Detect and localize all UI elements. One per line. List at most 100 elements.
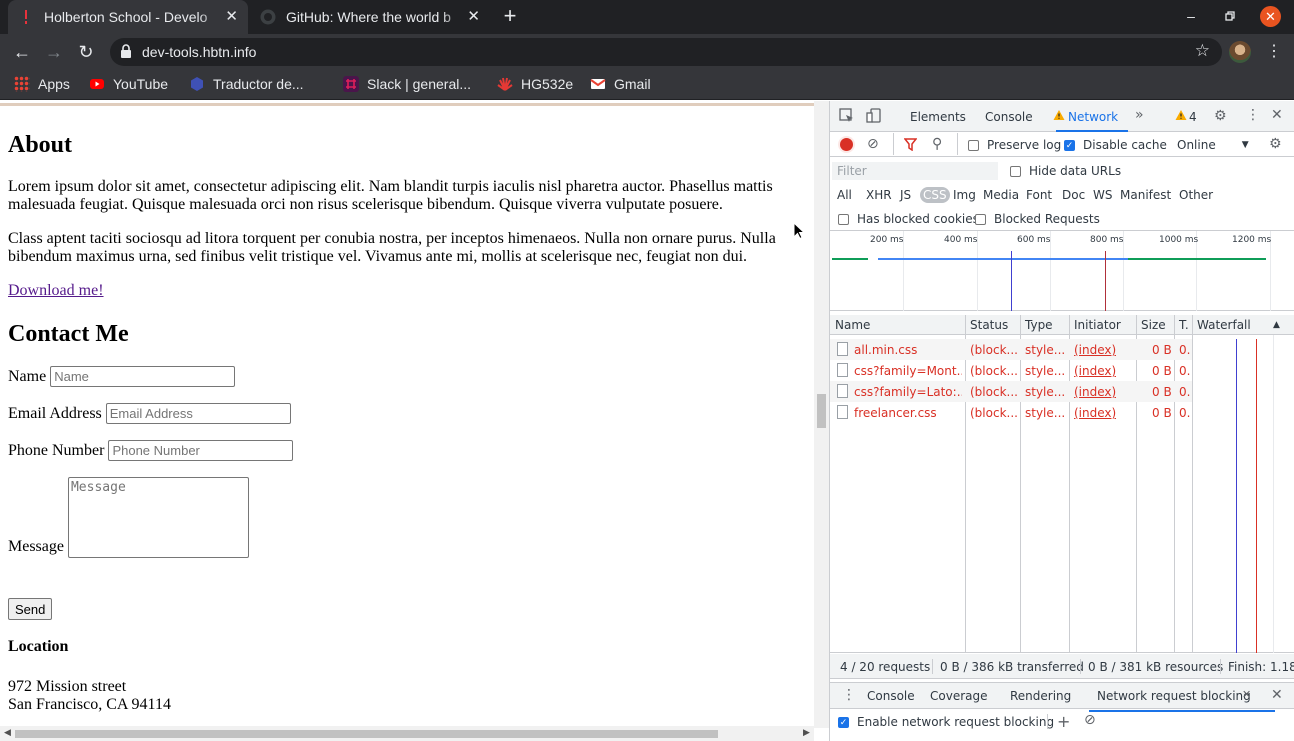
checkbox-checked[interactable]: ✓	[1064, 139, 1075, 151]
type-filter-doc[interactable]: Doc	[1062, 188, 1085, 202]
reload-icon[interactable]: ↻	[75, 41, 97, 63]
close-drawer-tab-icon[interactable]: ✕	[1242, 688, 1251, 701]
column-waterfall[interactable]: Waterfall	[1197, 318, 1251, 332]
record-icon[interactable]	[840, 138, 853, 151]
close-drawer-icon[interactable]: ✕	[1271, 687, 1283, 703]
new-tab-icon[interactable]: +	[499, 5, 521, 27]
send-button[interactable]: Send	[8, 598, 53, 620]
email-input[interactable]	[105, 403, 291, 424]
bookmark-youtube[interactable]: YouTube	[89, 76, 168, 92]
warning-count[interactable]: 4	[1189, 110, 1197, 124]
checkbox-box[interactable]	[1010, 165, 1021, 177]
request-initiator[interactable]: (index)	[1074, 385, 1116, 399]
close-tab-icon[interactable]: ✕	[225, 9, 238, 25]
drawer-tab-network-request-blocking[interactable]: Network request blocking	[1089, 689, 1275, 712]
network-settings-gear-icon[interactable]: ⚙	[1269, 136, 1282, 152]
restore-icon[interactable]	[1221, 8, 1239, 24]
type-filter-all[interactable]: All	[837, 188, 852, 202]
filter-funnel-icon[interactable]	[903, 138, 918, 154]
back-icon[interactable]: ←	[11, 41, 33, 63]
type-filter-css[interactable]: CSS	[920, 187, 950, 203]
download-link[interactable]: Download me!	[8, 282, 104, 300]
filter-input[interactable]: Filter	[832, 162, 998, 180]
remove-all-patterns-icon[interactable]: ⊘	[1084, 712, 1096, 728]
disable-cache-checkbox[interactable]: ✓ Disable cache	[1064, 138, 1167, 152]
settings-gear-icon[interactable]: ⚙	[1214, 108, 1227, 124]
devtools-menu-icon[interactable]: ⋮	[1246, 107, 1260, 123]
drawer-menu-icon[interactable]: ⋮	[842, 687, 856, 703]
throttle-select[interactable]: Online ▼	[1177, 138, 1249, 152]
tab-console[interactable]: Console	[985, 110, 1033, 124]
close-tab-icon[interactable]: ✕	[467, 9, 480, 25]
type-filter-manifest[interactable]: Manifest	[1120, 188, 1171, 202]
clear-icon[interactable]: ⊘	[867, 136, 879, 152]
table-row[interactable]: css?family=Mont... (block... style... (i…	[830, 360, 1192, 381]
type-filter-other[interactable]: Other	[1179, 188, 1213, 202]
forward-icon[interactable]: →	[43, 41, 65, 63]
request-initiator[interactable]: (index)	[1074, 343, 1116, 357]
checkbox-box[interactable]	[838, 213, 849, 225]
scroll-left-icon[interactable]: ◀	[4, 727, 11, 738]
page-vertical-scrollbar[interactable]	[814, 101, 829, 728]
browser-tab-holberton[interactable]: Holberton School - Develo ✕	[8, 0, 248, 34]
bookmark-hg532e[interactable]: HG532e	[497, 76, 573, 92]
profile-avatar[interactable]	[1229, 41, 1251, 63]
drawer-tab-rendering[interactable]: Rendering	[1010, 689, 1071, 703]
request-initiator[interactable]: (index)	[1074, 406, 1116, 420]
bookmark-star-icon[interactable]: ☆	[1195, 41, 1210, 61]
bookmark-slack[interactable]: Slack | general...	[343, 76, 471, 92]
drawer-tab-coverage[interactable]: Coverage	[930, 689, 988, 703]
bookmark-apps[interactable]: Apps	[14, 76, 70, 92]
close-window-icon[interactable]: ✕	[1260, 6, 1281, 27]
inspect-element-icon[interactable]	[839, 108, 854, 127]
type-filter-media[interactable]: Media	[983, 188, 1019, 202]
scroll-right-icon[interactable]: ▶	[803, 727, 810, 738]
checkbox-box[interactable]	[968, 139, 979, 151]
type-filter-ws[interactable]: WS	[1093, 188, 1112, 202]
type-filter-font[interactable]: Font	[1026, 188, 1052, 202]
enable-request-blocking-checkbox[interactable]: ✓ Enable network request blocking	[838, 715, 1054, 729]
browser-tab-github[interactable]: GitHub: Where the world b ✕	[250, 0, 490, 34]
close-devtools-icon[interactable]: ✕	[1271, 107, 1283, 123]
column-name[interactable]: Name	[835, 318, 870, 332]
has-blocked-cookies-checkbox[interactable]: Has blocked cookies	[838, 212, 979, 226]
type-filter-img[interactable]: Img	[953, 188, 976, 202]
message-textarea[interactable]	[67, 477, 249, 558]
drawer-tab-console[interactable]: Console	[867, 689, 915, 703]
bookmark-gmail[interactable]: Gmail	[590, 76, 651, 92]
address-bar[interactable]: dev-tools.hbtn.info ☆	[110, 38, 1222, 66]
checkbox-checked[interactable]: ✓	[838, 716, 849, 728]
tab-network[interactable]: Network	[1055, 110, 1129, 132]
sort-ascending-icon[interactable]: ▲	[1273, 320, 1280, 330]
chrome-menu-icon[interactable]: ⋮	[1266, 41, 1282, 61]
more-tabs-icon[interactable]: »	[1135, 107, 1144, 123]
bookmark-translator[interactable]: Traductor de...	[189, 76, 304, 92]
scroll-thumb[interactable]	[15, 730, 718, 738]
request-name: css?family=Lato:...	[854, 385, 962, 399]
scroll-thumb[interactable]	[817, 394, 826, 428]
type-filter-xhr[interactable]: XHR	[866, 188, 892, 202]
table-row[interactable]: freelancer.css (block... style... (index…	[830, 402, 1192, 423]
hide-data-urls-checkbox[interactable]: Hide data URLs	[1010, 164, 1121, 178]
blocked-requests-checkbox[interactable]: Blocked Requests	[975, 212, 1100, 226]
minimize-icon[interactable]: –	[1182, 8, 1200, 24]
column-time[interactable]: T.	[1179, 318, 1189, 332]
checkbox-box[interactable]	[975, 213, 986, 225]
device-toolbar-icon[interactable]	[866, 108, 881, 127]
column-size[interactable]: Size	[1141, 318, 1166, 332]
page-horizontal-scrollbar[interactable]: ◀ ▶	[0, 726, 814, 741]
phone-input[interactable]	[108, 440, 294, 461]
request-initiator[interactable]: (index)	[1074, 364, 1116, 378]
tab-elements[interactable]: Elements	[910, 110, 966, 124]
column-initiator[interactable]: Initiator	[1074, 318, 1121, 332]
column-type[interactable]: Type	[1025, 318, 1053, 332]
preserve-log-checkbox[interactable]: Preserve log	[968, 138, 1061, 152]
column-status[interactable]: Status	[970, 318, 1008, 332]
search-icon[interactable]: ⚲	[932, 136, 942, 152]
add-pattern-icon[interactable]: +	[1057, 712, 1070, 731]
network-overview-timeline[interactable]: 200 ms 400 ms 600 ms 800 ms 1000 ms 1200…	[830, 231, 1294, 311]
type-filter-js[interactable]: JS	[900, 188, 911, 202]
table-row[interactable]: all.min.css (block... style... (index) 0…	[830, 339, 1192, 360]
table-row[interactable]: css?family=Lato:... (block... style... (…	[830, 381, 1192, 402]
name-input[interactable]	[50, 366, 236, 387]
